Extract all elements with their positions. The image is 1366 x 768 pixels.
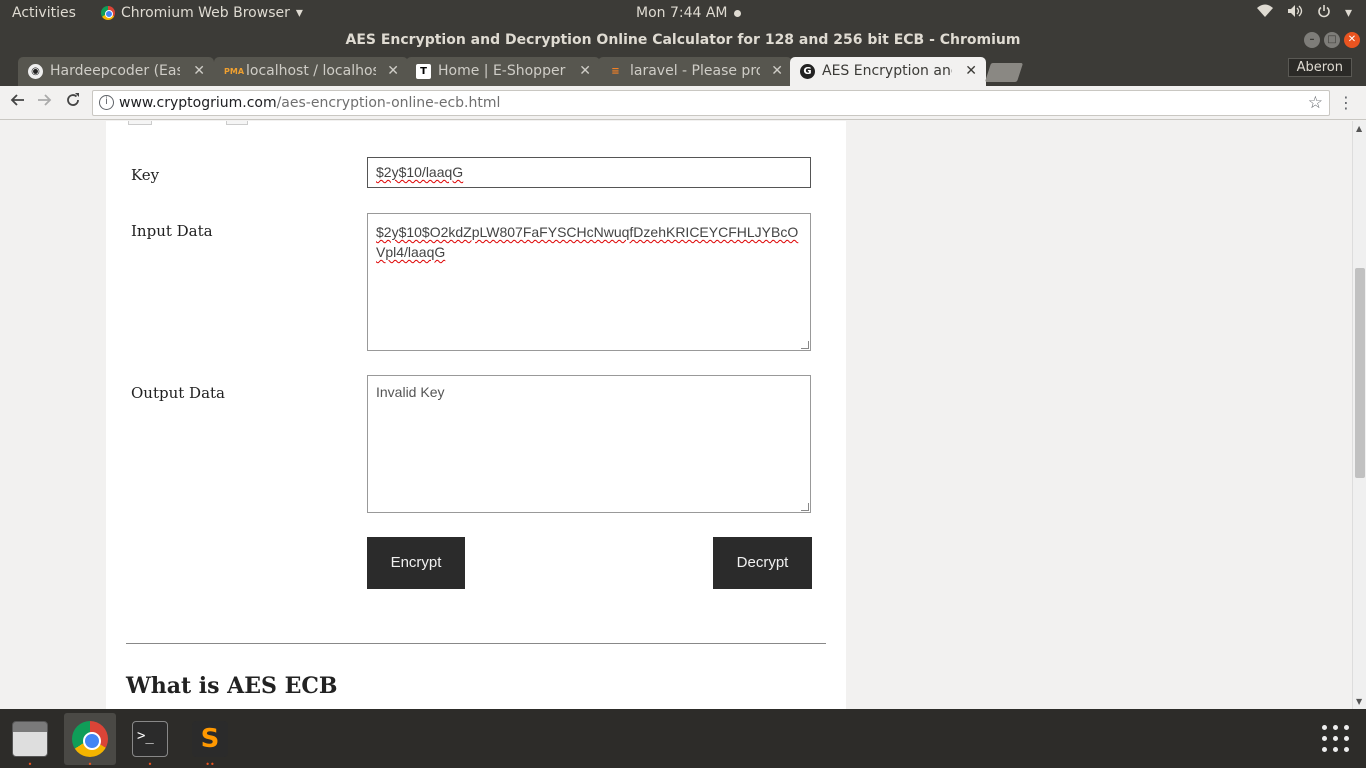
running-indicator: •• [205,760,215,768]
page-scrollbar[interactable]: ▲ ▼ [1352,121,1366,709]
system-top-bar: Activities Chromium Web Browser ▾ Mon 7:… [0,0,1366,27]
tab-strip: ◉ Hardeepcoder (Eas ✕ PMA localhost / lo… [0,54,1366,86]
key-label: Key [131,166,160,184]
address-bar[interactable]: i www.cryptogrium.com/aes-encryption-onl… [92,90,1330,116]
tab-eshopper[interactable]: T Home | E-Shopper ✕ [406,57,600,86]
output-data-label: Output Data [131,384,225,402]
browser-toolbar: i www.cryptogrium.com/aes-encryption-onl… [0,86,1366,120]
github-icon: ◉ [28,64,43,79]
profile-button[interactable]: Aberon [1287,58,1352,77]
resize-grip-icon[interactable] [801,503,809,511]
close-tab-icon[interactable]: ✕ [387,57,399,85]
show-applications-icon[interactable] [1322,725,1350,753]
terminal-icon: >_ [132,721,168,757]
output-data-textarea[interactable]: Invalid Key [367,375,811,513]
info-icon[interactable]: i [99,95,114,110]
close-icon[interactable]: ✕ [1344,32,1360,48]
google-icon: G [800,64,815,79]
close-tab-icon[interactable]: ✕ [965,57,977,85]
running-indicator: • [147,760,153,768]
t-icon: T [416,64,431,79]
key-input[interactable]: $2y$10/laaqG [367,157,811,188]
running-indicator: • [87,760,93,768]
tab-phpmyadmin[interactable]: PMA localhost / localhos ✕ [214,57,408,86]
scrollbar-thumb[interactable] [1355,268,1365,478]
running-indicator: • [27,760,33,768]
scroll-up-icon[interactable]: ▲ [1356,124,1362,133]
forward-icon[interactable] [37,92,53,113]
maximize-icon[interactable]: □ [1324,32,1340,48]
window-title-bar[interactable]: AES Encryption and Decryption Online Cal… [0,27,1366,54]
chevron-down-icon: ▾ [1344,5,1352,21]
clock-label: Mon 7:44 AM [636,5,728,21]
chevron-down-icon: ▾ [295,5,303,21]
system-tray[interactable]: ▾ [1256,4,1352,22]
scroll-down-icon[interactable]: ▼ [1356,697,1362,706]
input-data-textarea[interactable]: $2y$10$O2kdZpLW807FaFYSCHcNwuqfDzehKRICE… [367,213,811,351]
dock-chromium[interactable]: • [64,713,116,768]
files-icon [12,721,48,757]
tab-label: laravel - Please prov [630,63,760,79]
browser-menu-icon[interactable]: ⋮ [1338,93,1354,112]
clock[interactable]: Mon 7:44 AM [636,5,741,21]
aes-128-radio-remnant[interactable] [128,121,152,125]
back-icon[interactable] [9,92,25,113]
key-input-value: $2y$10/laaqG [376,164,464,180]
tab-label: Home | E-Shopper [438,63,566,79]
app-menu[interactable]: Chromium Web Browser ▾ [101,5,303,21]
output-data-value: Invalid Key [376,384,445,400]
dock-files[interactable]: • [4,713,56,768]
wifi-icon [1256,4,1273,22]
tab-label: Hardeepcoder (Eas [50,63,180,79]
decrypt-button[interactable]: Decrypt [713,537,812,589]
resize-grip-icon[interactable] [801,341,809,349]
reload-icon[interactable] [65,92,81,113]
chromium-icon [101,6,115,20]
new-tab-button[interactable] [984,63,1024,82]
url-text: www.cryptogrium.com/aes-encryption-onlin… [119,91,500,115]
close-tab-icon[interactable]: ✕ [193,57,205,85]
chromium-icon [72,721,108,757]
dock-terminal[interactable]: >_ • [124,713,176,768]
stackoverflow-icon: ≡ [611,66,620,77]
close-tab-icon[interactable]: ✕ [579,57,591,85]
close-tab-icon[interactable]: ✕ [771,57,783,85]
tab-stackoverflow[interactable]: ≡ laravel - Please prov ✕ [598,57,792,86]
encrypt-button[interactable]: Encrypt [367,537,465,589]
input-data-label: Input Data [131,222,213,240]
section-divider [126,643,826,644]
sublime-text-icon: S [192,721,228,757]
window-controls: – □ ✕ [1304,32,1360,48]
section-heading: What is AES ECB [126,673,338,699]
url-path: /aes-encryption-online-ecb.html [276,95,501,111]
notification-dot-icon [733,9,741,17]
tab-github[interactable]: ◉ Hardeepcoder (Eas ✕ [18,57,214,86]
minimize-icon[interactable]: – [1304,32,1320,48]
tab-aes-encryption[interactable]: G AES Encryption and ✕ [790,57,986,86]
app-menu-label: Chromium Web Browser [121,5,290,21]
window-title: AES Encryption and Decryption Online Cal… [345,32,1021,48]
power-icon [1317,4,1331,22]
dock-sublime-text[interactable]: S •• [184,713,236,768]
url-host: www.cryptogrium.com [119,95,277,111]
phpmyadmin-icon: PMA [224,67,245,76]
input-data-value: $2y$10$O2kdZpLW807FaFYSCHcNwuqfDzehKRICE… [376,224,799,260]
tab-label: localhost / localhos [246,63,376,79]
tab-label: AES Encryption and [822,63,952,79]
calculator-card: Key $2y$10/laaqG Input Data $2y$10$O2kdZ… [106,121,846,709]
activities-button[interactable]: Activities [12,5,76,21]
bookmark-star-icon[interactable]: ☆ [1308,91,1323,115]
aes-256-radio-remnant[interactable] [226,121,248,125]
ubuntu-dock: • • >_ • S •• [0,709,1366,768]
volume-icon [1287,4,1303,22]
page-viewport: Key $2y$10/laaqG Input Data $2y$10$O2kdZ… [0,121,1352,709]
